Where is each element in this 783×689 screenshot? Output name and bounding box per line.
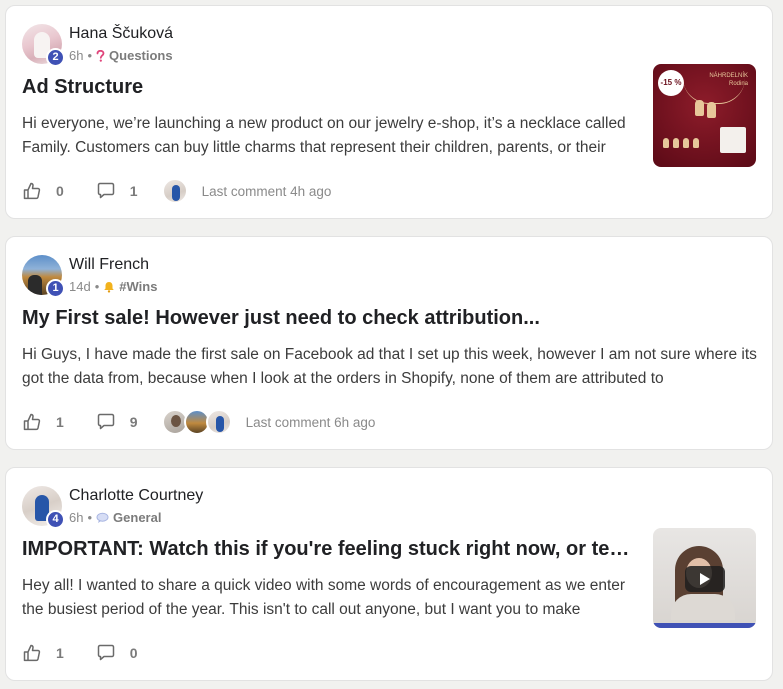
- post-meta: 14d • #Wins: [69, 279, 157, 294]
- post-title[interactable]: IMPORTANT: Watch this if you're feeling …: [22, 538, 640, 561]
- play-icon: [700, 573, 710, 585]
- comment-icon: [97, 413, 115, 430]
- post-thumbnail[interactable]: -15 % NÁHRDELNÍK Rodina: [653, 64, 756, 167]
- post-title[interactable]: My First sale! However just need to chec…: [22, 307, 758, 330]
- level-badge: 1: [46, 279, 65, 298]
- author-avatar[interactable]: 1: [22, 255, 65, 298]
- post-stats: 1 0: [22, 640, 138, 666]
- like-count: 1: [56, 645, 64, 661]
- post-category[interactable]: #Wins: [119, 279, 157, 294]
- post-category[interactable]: General: [113, 510, 161, 525]
- post-category[interactable]: Questions: [109, 48, 173, 63]
- comment-button[interactable]: 1: [96, 181, 138, 201]
- gift-box: [720, 127, 746, 153]
- like-count: 1: [56, 414, 64, 430]
- like-button[interactable]: 0: [22, 181, 64, 201]
- post-stats: 0 1 Last comment 4h ago: [22, 178, 331, 204]
- charm: [695, 100, 704, 116]
- necklace-chain: [683, 78, 745, 104]
- post-body[interactable]: Hi Guys, I have made the first sale on F…: [22, 343, 758, 391]
- video-thumbnail[interactable]: [653, 528, 756, 628]
- meta-separator: •: [94, 279, 100, 294]
- comment-icon: [97, 644, 115, 661]
- post-time: 6h: [69, 48, 84, 63]
- commenter-avatar: [161, 178, 188, 204]
- post-time: 14d: [69, 279, 91, 294]
- author-name[interactable]: Will French: [69, 256, 149, 274]
- last-comment: Last comment 4h ago: [201, 183, 332, 199]
- charm: [663, 138, 669, 148]
- comment-icon: [97, 182, 115, 199]
- comment-count: 0: [129, 645, 138, 661]
- level-badge: 4: [46, 510, 65, 529]
- post-body[interactable]: Hi everyone, we’re launching a new produ…: [22, 112, 642, 160]
- comment-button[interactable]: 9: [96, 412, 138, 432]
- discount-tag: -15 %: [658, 70, 684, 96]
- post-card[interactable]: 1 Will French 14d • #Wins My First sale!…: [5, 236, 773, 450]
- post-title[interactable]: Ad Structure: [22, 76, 622, 99]
- charm: [707, 102, 716, 118]
- author-name[interactable]: Hana Ščuková: [69, 25, 173, 43]
- commenter-avatars: [161, 409, 232, 435]
- author-avatar[interactable]: 4: [22, 486, 65, 529]
- video-person-shirt: [671, 594, 735, 620]
- post-time: 6h: [69, 510, 84, 525]
- bell-icon: [103, 281, 115, 293]
- comment-button[interactable]: 0: [96, 643, 138, 663]
- thumbs-up-icon: [23, 644, 41, 662]
- comment-count: 9: [129, 414, 138, 430]
- play-button[interactable]: [685, 566, 725, 592]
- post-body[interactable]: Hey all! I wanted to share a quick video…: [22, 574, 642, 622]
- charm: [683, 138, 689, 148]
- video-progress-bar: [653, 623, 756, 628]
- level-badge: 2: [46, 48, 65, 67]
- like-button[interactable]: 1: [22, 643, 64, 663]
- author-name[interactable]: Charlotte Courtney: [69, 487, 203, 505]
- commenter-avatars: [161, 178, 188, 204]
- commenter-avatar: [205, 409, 232, 435]
- thumbs-up-icon: [23, 182, 41, 200]
- post-meta: 6h • Questions: [69, 48, 173, 63]
- post-card[interactable]: 4 Charlotte Courtney 6h • General IMPORT…: [5, 467, 773, 681]
- meta-separator: •: [87, 510, 93, 525]
- like-count: 0: [56, 183, 64, 199]
- author-avatar[interactable]: 2: [22, 24, 65, 67]
- charm: [673, 138, 679, 148]
- question-icon: [96, 49, 105, 62]
- like-button[interactable]: 1: [22, 412, 64, 432]
- post-stats: 1 9 Last comment 6h ago: [22, 409, 375, 435]
- thumbs-up-icon: [23, 413, 41, 431]
- comment-count: 1: [129, 183, 138, 199]
- last-comment: Last comment 6h ago: [245, 414, 376, 430]
- post-meta: 6h • General: [69, 510, 161, 525]
- post-card[interactable]: 2 Hana Ščuková 6h • Questions Ad Structu…: [5, 5, 773, 219]
- speech-bubble-icon: [96, 512, 109, 524]
- charm: [693, 138, 699, 148]
- meta-separator: •: [87, 48, 93, 63]
